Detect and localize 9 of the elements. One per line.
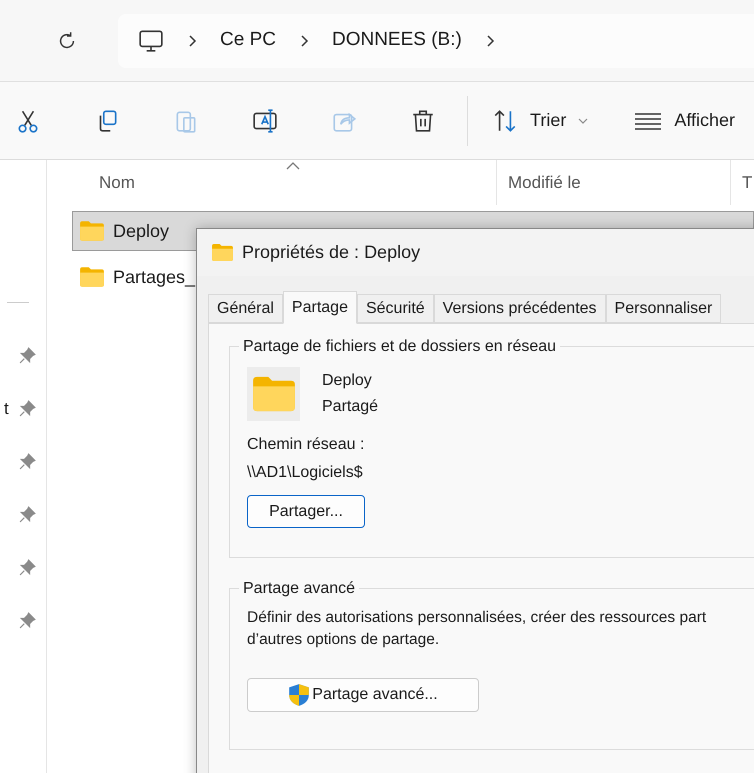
sidebar-label: t <box>4 398 9 420</box>
network-path-label: Chemin réseau : <box>247 435 366 455</box>
network-path: \\AD1\Logiciels$ <box>247 463 364 483</box>
file-name: Partages_ <box>113 266 196 289</box>
dialog-title: Propriétés de : Deploy <box>242 241 420 264</box>
file-name: Deploy <box>113 220 170 243</box>
advanced-sharing-description: Définir des autorisations personnalisées, créer des ressources part d’autres options de partage. <box>247 608 708 650</box>
share-name: Deploy <box>322 371 373 391</box>
share-status: Partagé <box>322 397 378 417</box>
